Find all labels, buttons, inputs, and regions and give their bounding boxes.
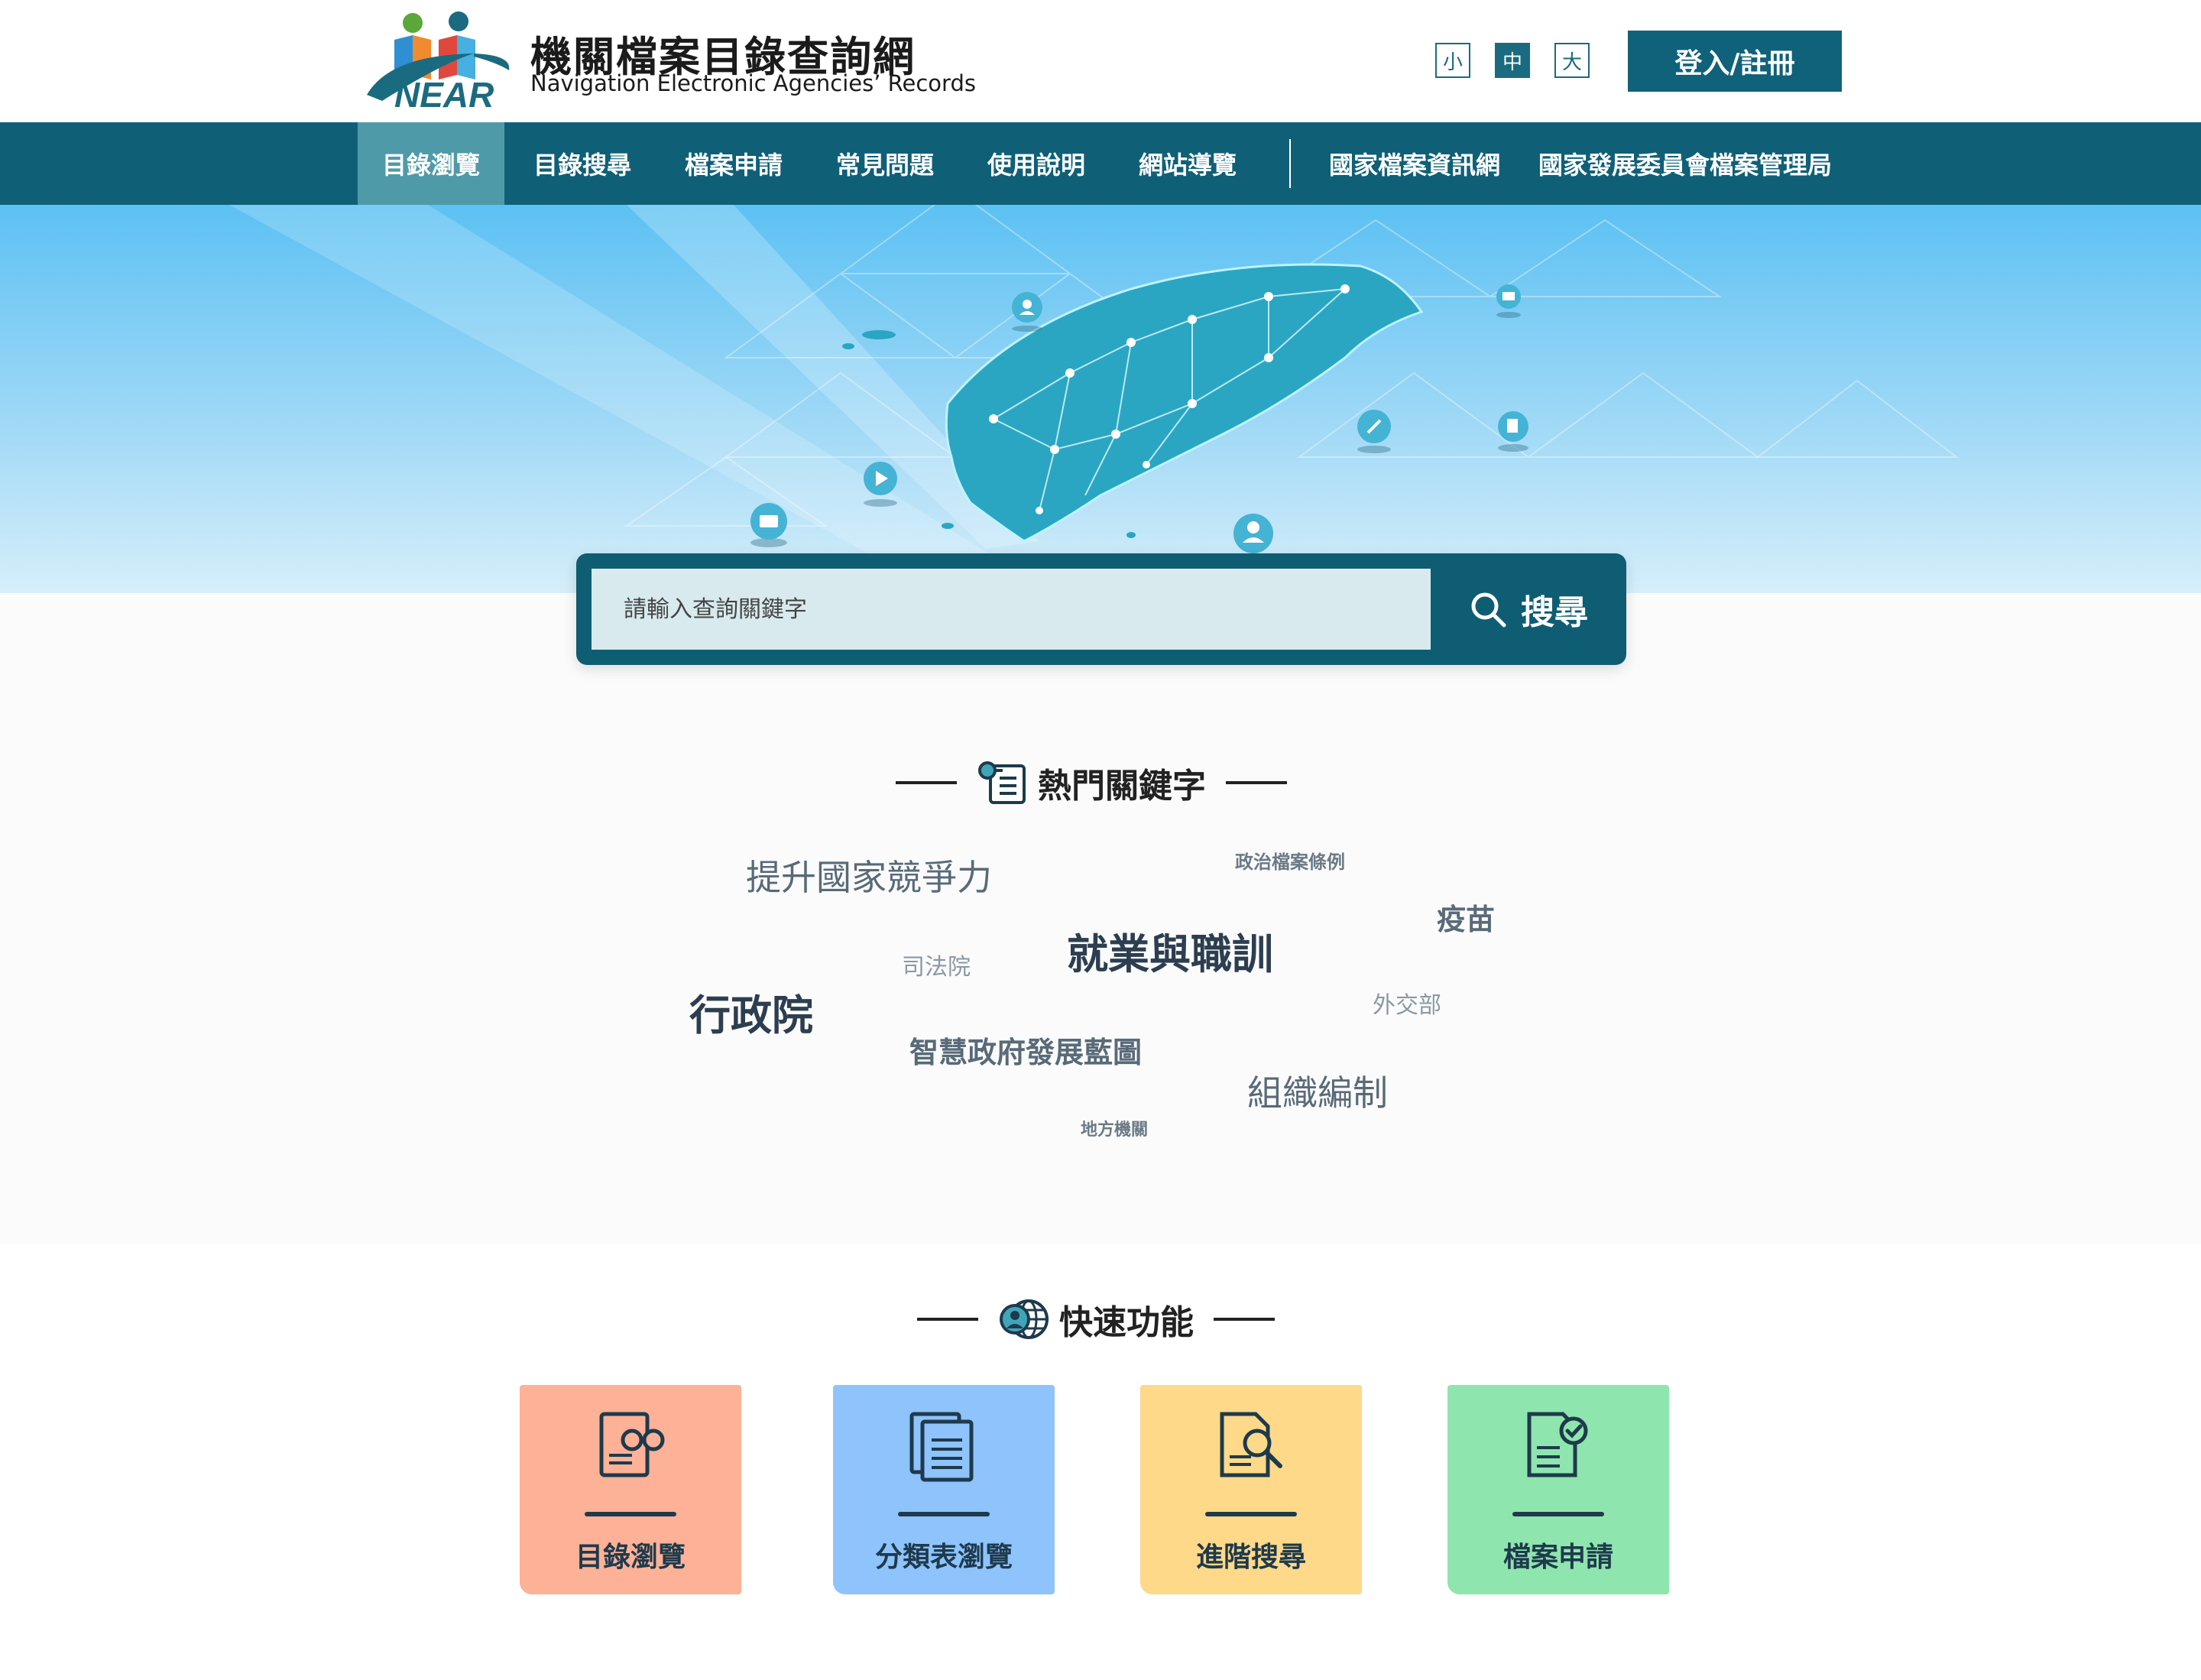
quick-card-classification-browse[interactable]: 分類表瀏覽 [833, 1385, 1055, 1594]
search-box: 搜尋 [576, 553, 1626, 665]
hot-keywords-title-wrap: 熱門關鍵字 [977, 758, 1206, 807]
search-input[interactable] [592, 569, 1431, 650]
search-button-label: 搜尋 [1521, 593, 1588, 632]
card-divider [898, 1512, 990, 1516]
card-divider [1205, 1512, 1297, 1516]
font-size-large-button[interactable]: 大 [1554, 43, 1590, 78]
quick-card-advanced-search[interactable]: 進階搜尋 [1140, 1385, 1362, 1594]
heading-dash-right [1214, 1318, 1275, 1321]
globe-user-icon [1000, 1299, 1049, 1339]
quick-card-catalog-browse[interactable]: 目錄瀏覽 [520, 1385, 741, 1594]
login-register-button[interactable]: 登入/註冊 [1628, 31, 1842, 92]
keyword-link[interactable]: 行政院 [689, 981, 813, 1042]
nav-divider [1289, 139, 1291, 188]
logo-text: NEAR [394, 75, 494, 115]
keyword-link[interactable]: 智慧政府發展藍圖 [909, 1029, 1142, 1071]
card-label: 進階搜尋 [1195, 1542, 1306, 1573]
keyword-link[interactable]: 司法院 [902, 948, 971, 981]
keyword-link[interactable]: 就業與職訓 [1067, 920, 1273, 981]
keyword-link[interactable]: 提升國家競爭力 [746, 850, 992, 900]
site-header: NEAR 機關檔案目錄查詢網 Navigation Electronic Age… [0, 0, 2201, 122]
near-logo-graphic: NEAR [367, 11, 510, 115]
catalog-browse-icon [599, 1412, 665, 1477]
keyword-link[interactable]: 組織編制 [1247, 1065, 1388, 1116]
card-divider [585, 1512, 676, 1516]
keyword-link[interactable]: 地方機關 [1081, 1116, 1148, 1140]
card-divider [1512, 1512, 1604, 1516]
nav-item-sitemap[interactable]: 網站導覽 [1125, 122, 1250, 205]
advanced-search-icon [1220, 1412, 1282, 1477]
keyword-link[interactable]: 疫苗 [1437, 896, 1495, 938]
card-label: 檔案申請 [1502, 1542, 1613, 1573]
keyword-link[interactable]: 外交部 [1373, 986, 1441, 1020]
search-button[interactable]: 搜尋 [1431, 569, 1626, 650]
archive-apply-icon [1527, 1412, 1588, 1477]
near-logo[interactable]: NEAR [359, 9, 520, 116]
classification-browse-icon [909, 1412, 974, 1482]
font-size-medium-button[interactable]: 中 [1495, 43, 1530, 78]
hot-keywords-title: 熱門關鍵字 [1038, 767, 1206, 806]
heading-dash-left [917, 1318, 978, 1321]
nav-item-national-archives[interactable]: 國家檔案資訊網 [1322, 122, 1507, 205]
card-label: 目錄瀏覽 [575, 1542, 686, 1573]
nav-item-archive-apply[interactable]: 檔案申請 [671, 122, 796, 205]
taiwan-map-illustration [229, 205, 1959, 572]
nav-item-catalog-browse[interactable]: 目錄瀏覽 [358, 122, 504, 205]
nav-item-archives-bureau[interactable]: 國家發展委員會檔案管理局 [1530, 122, 1840, 205]
quick-functions-title-wrap: 快速功能 [998, 1295, 1194, 1344]
hero-banner [0, 205, 2201, 593]
keyword-search-icon [978, 761, 1026, 804]
nav-item-faq[interactable]: 常見問題 [822, 122, 948, 205]
card-label: 分類表瀏覽 [874, 1542, 1013, 1573]
keyword-link[interactable]: 政治檔案條例 [1235, 847, 1345, 874]
heading-dash-right [1226, 781, 1287, 784]
font-size-small-button[interactable]: 小 [1435, 43, 1470, 78]
heading-dash-left [896, 781, 957, 784]
nav-item-user-guide[interactable]: 使用說明 [974, 122, 1099, 205]
hot-keywords-heading: 熱門關鍵字 [896, 758, 1287, 807]
quick-functions-heading: 快速功能 [917, 1295, 1275, 1344]
font-size-switcher: 小 中 大 [1435, 43, 1590, 78]
nav-item-catalog-search[interactable]: 目錄搜尋 [520, 122, 645, 205]
main-nav: 目錄瀏覽 目錄搜尋 檔案申請 常見問題 使用說明 網站導覽 國家檔案資訊網 國家… [0, 122, 2201, 205]
search-icon [1471, 592, 1506, 628]
quick-card-archive-apply[interactable]: 檔案申請 [1447, 1385, 1669, 1594]
quick-functions-title: 快速功能 [1059, 1303, 1194, 1342]
site-subtitle: Navigation Electronic Agencies’ Records [530, 70, 976, 96]
